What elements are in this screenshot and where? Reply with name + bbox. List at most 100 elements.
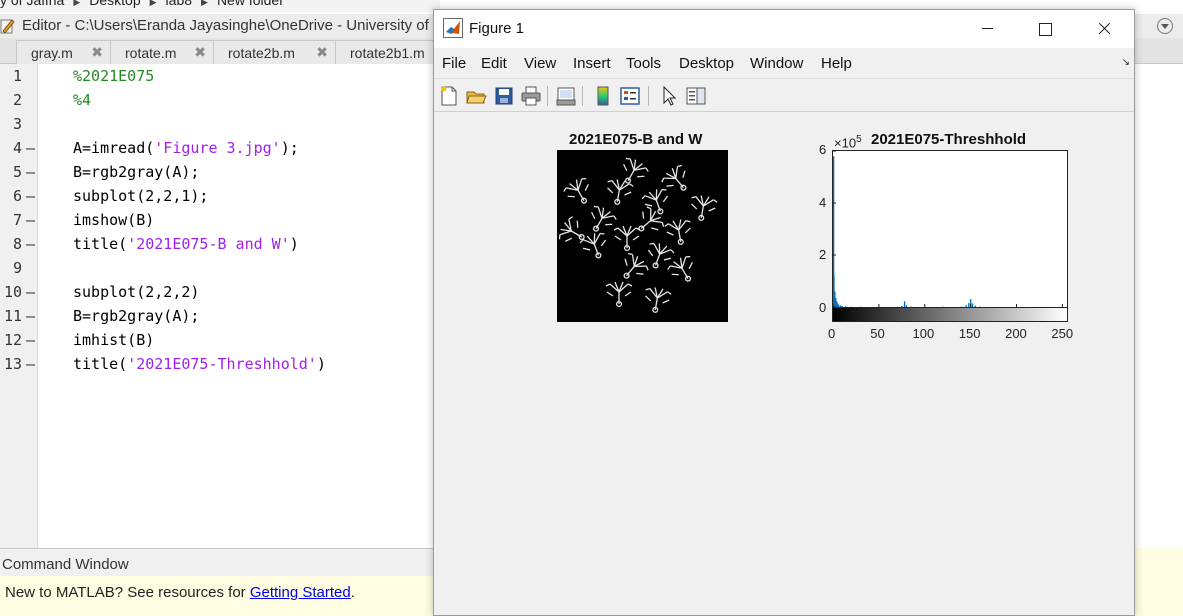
line-number: 6 xyxy=(12,187,22,205)
breakpoint-marker[interactable]: – xyxy=(26,331,35,349)
code-text: imhist(B) xyxy=(73,331,154,349)
y-tick-label: 2 xyxy=(819,247,827,263)
y-exponent-base: ×10 xyxy=(834,135,857,151)
editor-titlebar-right xyxy=(1134,14,1183,38)
line-number: 5 xyxy=(12,163,22,181)
breakpoint-marker[interactable]: – xyxy=(26,163,35,181)
dropdown-icon[interactable] xyxy=(1157,18,1173,34)
line-number: 7 xyxy=(12,211,22,229)
grayscale-image xyxy=(557,150,728,322)
code-line[interactable]: 3 xyxy=(0,112,440,136)
code-text: title('2021E075-Threshhold') xyxy=(73,355,326,373)
menu-tools[interactable]: Tools xyxy=(626,55,661,72)
menu-insert[interactable]: Insert xyxy=(573,55,611,72)
y-tick-label: 4 xyxy=(819,194,827,210)
breakpoint-marker[interactable]: – xyxy=(26,211,35,229)
pointer-icon[interactable] xyxy=(658,85,680,107)
breakpoint-marker[interactable]: – xyxy=(26,187,35,205)
editor-right-area xyxy=(1134,64,1183,548)
code-token-plain: title( xyxy=(73,235,128,253)
breakpoint-marker[interactable]: – xyxy=(26,235,35,253)
code-line[interactable]: 2 %4 xyxy=(0,88,440,112)
tab-rotate2b1-m[interactable]: rotate2b1.m xyxy=(335,40,445,64)
cell-shape xyxy=(613,225,641,252)
code-line[interactable]: 6– subplot(2,2,1); xyxy=(0,184,440,208)
tab-label: rotate2b.m xyxy=(228,45,295,61)
command-window-notice: New to MATLAB? See resources for Getting… xyxy=(0,576,440,616)
menu-help[interactable]: Help xyxy=(821,55,852,72)
code-line[interactable]: 7– imshow(B) xyxy=(0,208,440,232)
figure-canvas[interactable]: 2021E075-B and W ×105 2021E075-Threshhol… xyxy=(434,112,1134,615)
code-editor[interactable]: 1 %2021E075 2 %4 3 4– A=imread('Figure 3.jpg')… xyxy=(0,64,440,548)
tab-rotate-m[interactable]: rotate.m ✖ xyxy=(110,40,214,64)
breakpoint-marker[interactable]: – xyxy=(26,355,35,373)
editor-titlebar: Editor - C:\Users\Eranda Jayasinghe\OneD… xyxy=(0,14,440,38)
toolbar-separator xyxy=(582,86,583,106)
editor-title: Editor - C:\Users\Eranda Jayasinghe\OneD… xyxy=(22,17,440,34)
breadcrumb-item[interactable]: Desktop xyxy=(89,0,140,8)
save-icon[interactable] xyxy=(493,85,515,107)
y-tick-label: 0 xyxy=(819,300,827,315)
breakpoint-marker[interactable]: – xyxy=(26,307,35,325)
menu-view[interactable]: View xyxy=(524,55,556,72)
tab-rotate2b-m[interactable]: rotate2b.m ✖ xyxy=(213,40,336,64)
tab-gray-m[interactable]: gray.m ✖ xyxy=(16,40,111,64)
dock-arrow-icon[interactable]: ↘ xyxy=(1122,57,1130,68)
menu-file[interactable]: File xyxy=(442,55,466,72)
code-line[interactable]: 4– A=imread('Figure 3.jpg'); xyxy=(0,136,440,160)
code-line[interactable]: 11– B=rgb2gray(A); xyxy=(0,304,440,328)
maximize-button[interactable] xyxy=(1016,10,1074,48)
line-number: 8 xyxy=(12,235,22,253)
close-icon[interactable]: ✖ xyxy=(91,44,103,61)
close-button[interactable] xyxy=(1075,10,1133,48)
insert-colorbar-icon[interactable] xyxy=(592,85,614,107)
code-line[interactable]: 9 xyxy=(0,256,440,280)
menu-window[interactable]: Window xyxy=(750,55,803,72)
cell-shape xyxy=(605,281,633,308)
breadcrumb-item[interactable]: y of Jaffna xyxy=(0,0,64,8)
figure-title: Figure 1 xyxy=(469,20,525,37)
figure-titlebar[interactable]: Figure 1 xyxy=(434,10,1134,48)
tab-label: rotate2b1.m xyxy=(350,45,425,61)
open-file-icon[interactable] xyxy=(465,85,487,107)
breakpoint-marker[interactable]: – xyxy=(26,139,35,157)
breadcrumb-item[interactable]: lab8 xyxy=(166,0,192,8)
print-icon[interactable] xyxy=(520,85,542,107)
close-icon[interactable]: ✖ xyxy=(316,44,328,61)
line-number: 1 xyxy=(12,67,22,85)
toolbar-separator xyxy=(648,86,649,106)
minimize-button[interactable] xyxy=(958,10,1016,48)
y-tick-label: 6 xyxy=(819,142,827,157)
line-number: 12 xyxy=(3,331,22,349)
line-number: 4 xyxy=(12,139,22,157)
code-line[interactable]: 1 %2021E075 xyxy=(0,64,440,88)
code-line[interactable]: 10– subplot(2,2,2) xyxy=(0,280,440,304)
code-line[interactable]: 13– title('2021E075-Threshhold') xyxy=(0,352,440,376)
line-number: 9 xyxy=(12,259,22,277)
histogram-plot xyxy=(832,150,1068,308)
breakpoint-marker[interactable]: – xyxy=(26,283,35,301)
cell-shape xyxy=(591,205,617,232)
link-plot-icon[interactable] xyxy=(555,85,577,107)
menu-desktop[interactable]: Desktop xyxy=(679,55,734,72)
histogram-axes xyxy=(832,150,1068,308)
figure-window: Figure 1 File Edit View Insert Tools Des… xyxy=(433,9,1135,616)
editor-tabs: gray.m ✖ rotate.m ✖ rotate2b.m ✖ rotate2… xyxy=(0,38,445,64)
line-number: 10 xyxy=(3,283,22,301)
insert-legend-icon[interactable] xyxy=(619,85,641,107)
code-line[interactable]: 12– imhist(B) xyxy=(0,328,440,352)
new-figure-icon[interactable] xyxy=(438,85,460,107)
code-text: %2021E075 xyxy=(73,67,154,85)
code-line[interactable]: 8– title('2021E075-B and W') xyxy=(0,232,440,256)
line-number: 11 xyxy=(3,307,22,325)
code-token-comment: %4 xyxy=(73,91,92,109)
breadcrumb-item[interactable]: New folder xyxy=(217,0,284,8)
notice-text: New to MATLAB? See resources for xyxy=(5,584,250,601)
getting-started-link[interactable]: Getting Started xyxy=(250,584,351,601)
code-text: B=rgb2gray(A); xyxy=(73,163,199,181)
close-icon[interactable]: ✖ xyxy=(194,44,206,61)
tab-label: gray.m xyxy=(31,45,73,61)
code-line[interactable]: 5– B=rgb2gray(A); xyxy=(0,160,440,184)
menu-edit[interactable]: Edit xyxy=(481,55,507,72)
property-editor-icon[interactable] xyxy=(685,85,707,107)
